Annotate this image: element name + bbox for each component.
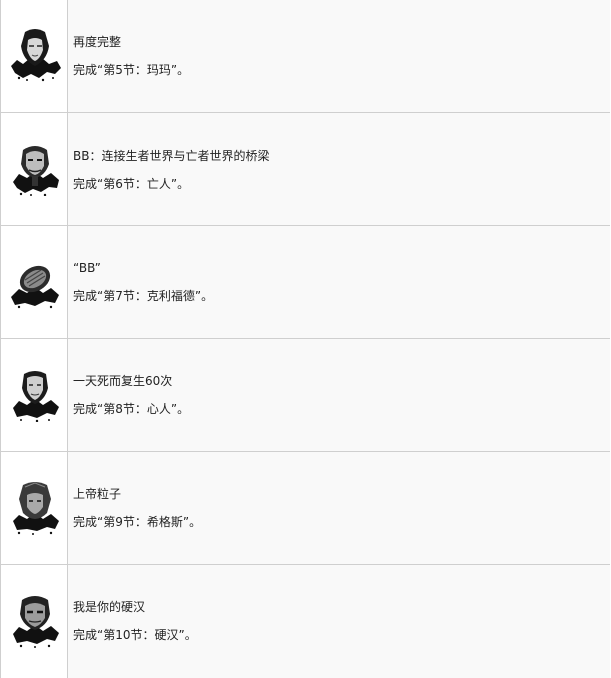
- heartman-portrait-icon: [13, 371, 59, 422]
- text-cell: 再度完整 完成“第5节：玛玛”。: [68, 0, 610, 112]
- trophy-description: 完成“第10节：硬汉”。: [73, 628, 197, 642]
- icon-cell: [1, 226, 68, 338]
- icon-cell: [1, 0, 68, 112]
- trophy-description: 完成“第5节：玛玛”。: [73, 63, 190, 77]
- icon-cell: [1, 565, 68, 678]
- higgs-portrait-icon: [13, 482, 59, 535]
- trophy-title: BB：连接生者世界与亡者世界的桥梁: [73, 149, 270, 163]
- trophy-description: 完成“第7节：克利福德”。: [73, 289, 214, 303]
- table-row: 一天死而复生60次 完成“第8节：心人”。: [1, 338, 610, 451]
- table-row: 上帝粒子 完成“第9节：希格斯”。: [1, 451, 610, 564]
- trophy-title: “BB”: [73, 261, 101, 275]
- text-cell: BB：连接生者世界与亡者世界的桥梁 完成“第6节：亡人”。: [68, 113, 610, 225]
- icon-cell: [1, 113, 68, 225]
- bb-pod-icon: [11, 265, 59, 309]
- icon-cell: [1, 339, 68, 451]
- trophy-description: 完成“第6节：亡人”。: [73, 177, 190, 191]
- trophy-table: 再度完整 完成“第5节：玛玛”。 BB：连接生者世界与亡者世界的桥梁 完成“第6…: [0, 0, 610, 678]
- text-cell: 上帝粒子 完成“第9节：希格斯”。: [68, 452, 610, 564]
- deadman-portrait-icon: [13, 146, 59, 196]
- trophy-description: 完成“第8节：心人”。: [73, 402, 190, 416]
- table-row: “BB” 完成“第7节：克利福德”。: [1, 225, 610, 338]
- trophy-title: 一天死而复生60次: [73, 374, 173, 388]
- table-row: 我是你的硬汉 完成“第10节：硬汉”。: [1, 564, 610, 678]
- table-row: BB：连接生者世界与亡者世界的桥梁 完成“第6节：亡人”。: [1, 112, 610, 225]
- trophy-title: 上帝粒子: [73, 487, 122, 501]
- trophy-title: 再度完整: [73, 35, 122, 49]
- text-cell: 我是你的硬汉 完成“第10节：硬汉”。: [68, 565, 610, 678]
- mama-portrait-icon: [11, 29, 61, 82]
- die-hardman-portrait-icon: [13, 596, 59, 648]
- text-cell: “BB” 完成“第7节：克利福德”。: [68, 226, 610, 338]
- text-cell: 一天死而复生60次 完成“第8节：心人”。: [68, 339, 610, 451]
- table-row: 再度完整 完成“第5节：玛玛”。: [1, 0, 610, 112]
- trophy-title: 我是你的硬汉: [73, 600, 146, 614]
- trophy-description: 完成“第9节：希格斯”。: [73, 515, 202, 529]
- icon-cell: [1, 452, 68, 564]
